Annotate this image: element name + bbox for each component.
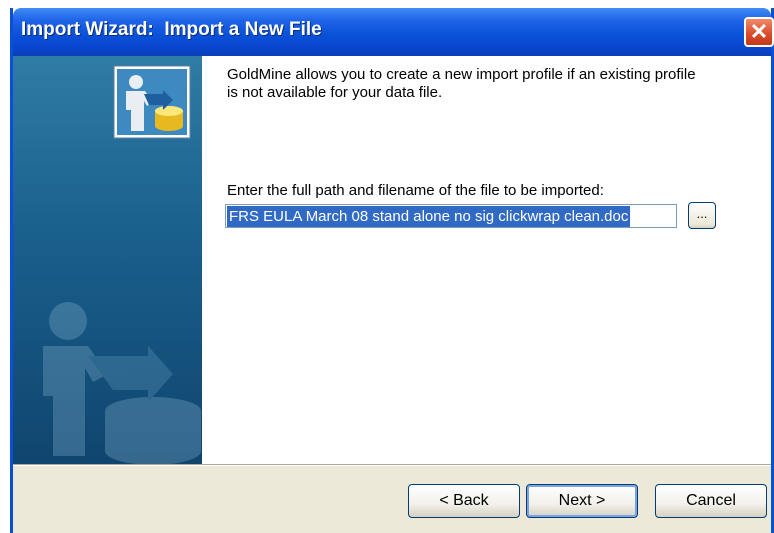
back-button[interactable]: < Back bbox=[408, 484, 520, 518]
intro-text: GoldMine allows you to create a new impo… bbox=[227, 66, 696, 101]
user-database-watermark bbox=[43, 65, 201, 464]
browse-button[interactable]: ... bbox=[688, 202, 716, 229]
wizard-side-panel bbox=[13, 56, 202, 464]
wizard-footer: < Back Next > Cancel bbox=[13, 466, 771, 533]
wizard-content: GoldMine allows you to create a new impo… bbox=[202, 56, 771, 464]
path-label: Enter the full path and filename of the … bbox=[227, 182, 604, 199]
file-path-input[interactable]: FRS EULA March 08 stand alone no sig cli… bbox=[225, 204, 677, 228]
file-path-value: FRS EULA March 08 stand alone no sig cli… bbox=[227, 206, 631, 227]
next-button[interactable]: Next > bbox=[526, 484, 638, 518]
cancel-button[interactable]: Cancel bbox=[655, 484, 767, 518]
window-title: Import Wizard: Import a New File bbox=[21, 19, 322, 40]
title-bar[interactable]: Import Wizard: Import a New File ✕ bbox=[13, 8, 774, 56]
import-wizard-window: Import Wizard: Import a New File ✕ GoldM… bbox=[10, 8, 774, 533]
close-button[interactable]: ✕ bbox=[744, 17, 774, 47]
